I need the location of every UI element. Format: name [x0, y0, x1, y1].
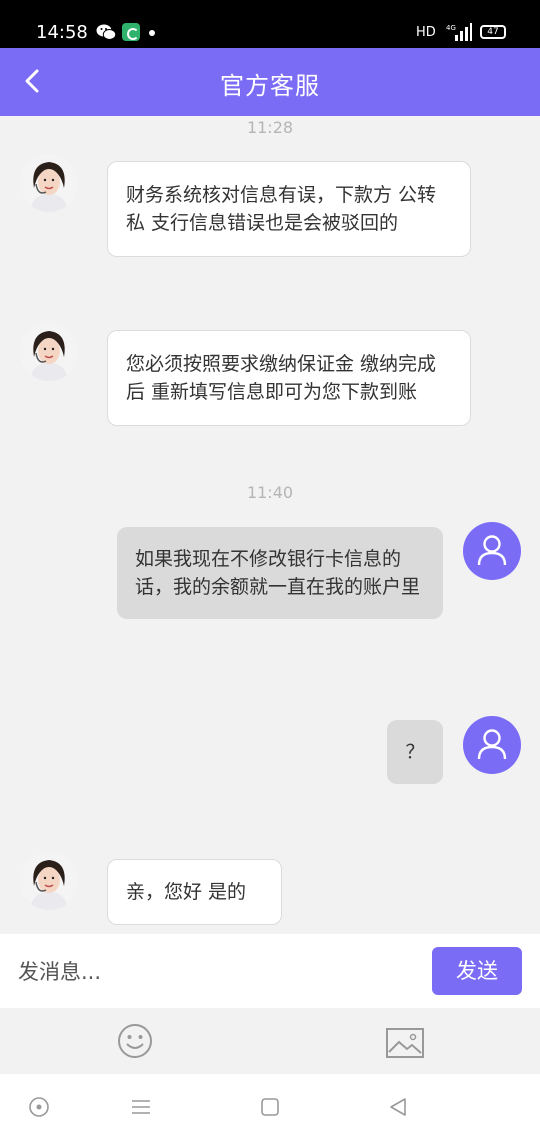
- user-icon: [477, 729, 507, 760]
- wechat-icon: [96, 24, 116, 40]
- system-nav-bar: [0, 1074, 540, 1140]
- home-nav-icon[interactable]: [259, 1096, 281, 1118]
- notification-dot-icon: [149, 30, 155, 36]
- message-composer: 发送: [0, 934, 540, 1008]
- menu-nav-icon[interactable]: [130, 1096, 152, 1118]
- message-timestamp: 11:28: [246, 118, 294, 137]
- message-input[interactable]: [18, 952, 408, 992]
- signal-icon: 4G: [446, 23, 472, 41]
- page-title: 官方客服: [220, 72, 320, 100]
- status-bar: 14:58 HD 4G 47: [0, 0, 540, 48]
- message-bubble[interactable]: 亲，您好 是的: [107, 859, 282, 925]
- back-nav-icon[interactable]: [387, 1096, 409, 1118]
- input-toolbar: [0, 1008, 540, 1074]
- message-bubble[interactable]: 如果我现在不修改银行卡信息的话，我的余额就一直在我的账户里: [117, 527, 443, 619]
- image-icon[interactable]: [386, 1028, 424, 1058]
- message-bubble[interactable]: ？: [387, 720, 443, 784]
- svg-text:4G: 4G: [446, 24, 456, 32]
- chat-message-list[interactable]: 11:28 财务系统核对信息有误，下款方 公转私 支行信息错误也是会被驳回的 您…: [0, 116, 540, 934]
- agent-avatar[interactable]: [20, 852, 78, 910]
- app-notification-icon: [122, 23, 140, 41]
- message-timestamp: 11:40: [246, 483, 294, 502]
- user-avatar[interactable]: [463, 522, 521, 580]
- battery-icon: 47: [480, 25, 506, 39]
- circle-nav-icon[interactable]: [28, 1096, 50, 1118]
- message-bubble[interactable]: 您必须按照要求缴纳保证金 缴纳完成后 重新填写信息即可为您下款到账: [107, 330, 471, 426]
- send-button[interactable]: 发送: [432, 947, 522, 995]
- chat-header: 官方客服: [0, 48, 540, 116]
- user-avatar[interactable]: [463, 716, 521, 774]
- message-bubble[interactable]: 财务系统核对信息有误，下款方 公转私 支行信息错误也是会被驳回的: [107, 161, 471, 257]
- agent-avatar[interactable]: [20, 154, 78, 212]
- agent-avatar[interactable]: [20, 323, 78, 381]
- emoji-icon[interactable]: [117, 1023, 153, 1059]
- status-time: 14:58: [36, 22, 88, 43]
- user-icon: [477, 535, 507, 566]
- network-type: HD: [416, 25, 436, 40]
